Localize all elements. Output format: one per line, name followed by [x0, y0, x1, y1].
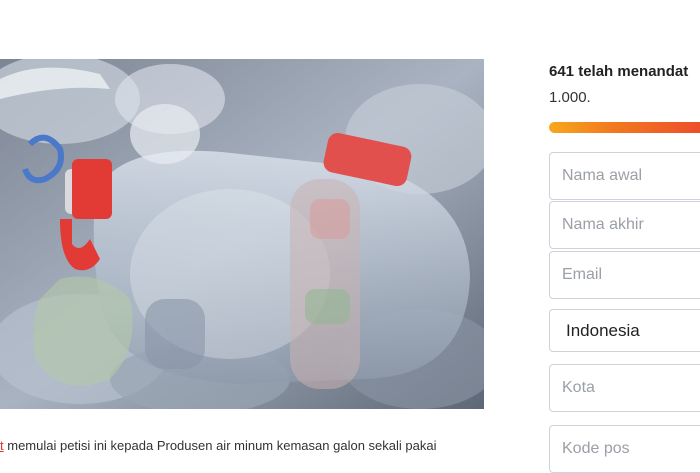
signature-count: 641 telah menandat [549, 63, 689, 80]
plastic-bottles-image [0, 59, 484, 409]
signature-progress-fill [549, 122, 700, 133]
city-input[interactable] [550, 365, 700, 411]
caption-text: memulai petisi ini kepada Produsen air m… [3, 438, 437, 453]
postcode-input[interactable] [550, 426, 700, 472]
city-field[interactable] [549, 364, 700, 412]
signature-goal: 1.000. [549, 89, 591, 106]
first-name-field[interactable] [549, 152, 700, 200]
petition-starter-caption: t memulai petisi ini kepada Produsen air… [0, 438, 490, 453]
country-select[interactable]: Indonesia [549, 309, 700, 352]
email-input[interactable] [550, 252, 700, 298]
signature-progress-bar [549, 122, 700, 133]
last-name-input[interactable] [550, 202, 700, 248]
petition-photo [0, 59, 484, 409]
first-name-input[interactable] [550, 153, 700, 199]
email-field[interactable] [549, 251, 700, 299]
last-name-field[interactable] [549, 201, 700, 249]
country-value: Indonesia [566, 320, 640, 340]
postcode-field[interactable] [549, 425, 700, 473]
